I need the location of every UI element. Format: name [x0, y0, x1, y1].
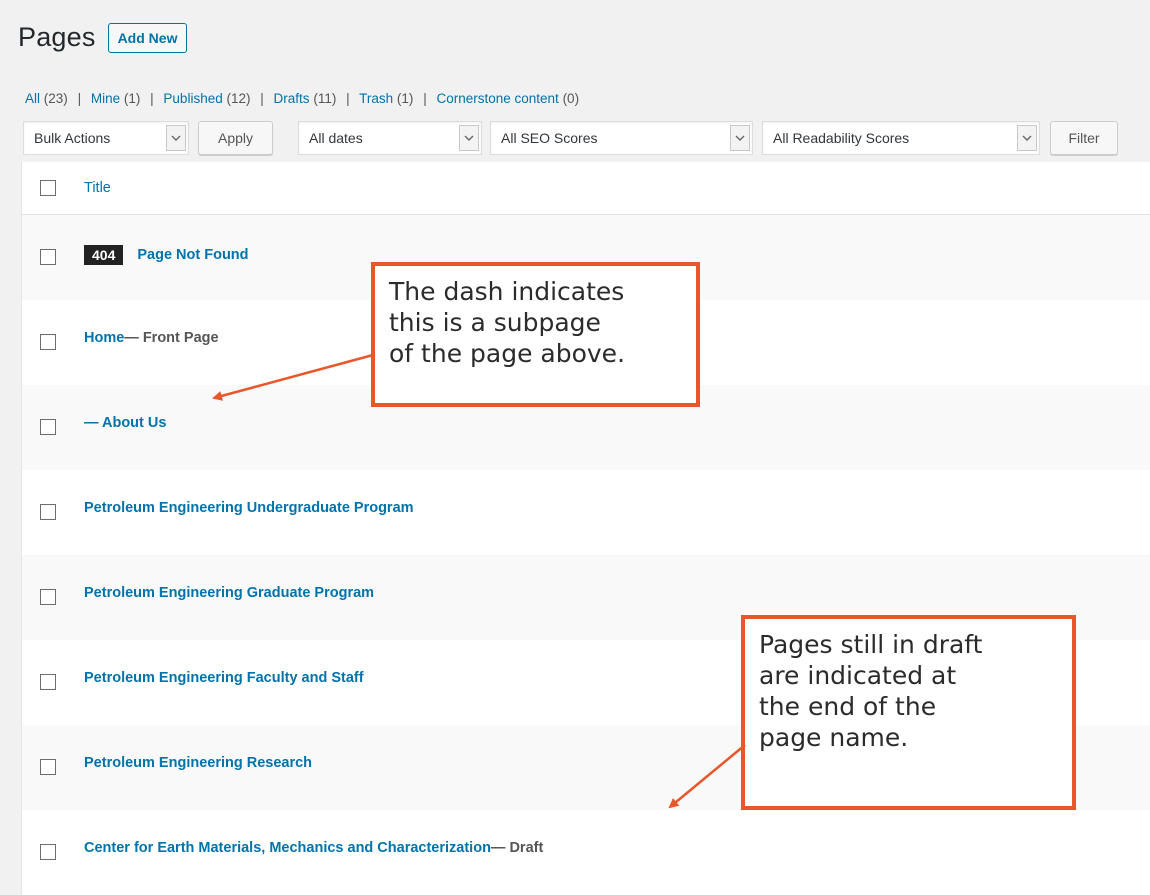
chevron-down-icon: [459, 125, 479, 151]
view-all-count: (23): [43, 91, 68, 106]
row-checkbox[interactable]: [40, 249, 56, 265]
annotation-line: the end of the: [759, 692, 937, 721]
page-title-link[interactable]: Center for Earth Materials, Mechanics an…: [84, 840, 491, 856]
view-trash-link[interactable]: Trash: [359, 91, 393, 106]
view-cornerstone-count: (0): [562, 91, 580, 106]
annotation-line: Pages still in draft: [759, 630, 983, 659]
apply-button[interactable]: Apply: [198, 121, 273, 155]
seo-scores-select[interactable]: All SEO Scores: [490, 121, 753, 155]
table-header-row: Title: [22, 162, 1150, 215]
row-checkbox[interactable]: [40, 844, 56, 860]
draft-annotation: Pages still in draft are indicated at th…: [741, 615, 1076, 810]
row-checkbox[interactable]: [40, 419, 56, 435]
table-row: Petroleum Engineering Undergraduate Prog…: [22, 470, 1150, 555]
add-new-button[interactable]: Add New: [107, 22, 188, 53]
page-title-link[interactable]: Petroleum Engineering Research: [84, 755, 312, 771]
row-checkbox[interactable]: [40, 334, 56, 350]
dates-value: All dates: [309, 130, 363, 146]
annotation-line: are indicated at: [759, 661, 957, 690]
annotation-line: this is a subpage: [389, 308, 601, 337]
table-filters: Bulk Actions Apply All dates All SEO Sco…: [23, 120, 1118, 156]
row-checkbox[interactable]: [40, 674, 56, 690]
page-title-link[interactable]: Home: [84, 330, 124, 346]
page-header: Pages Add New: [18, 22, 188, 53]
page-state-label: — Front Page: [124, 330, 219, 346]
page-title-link[interactable]: Petroleum Engineering Faculty and Staff: [84, 670, 364, 686]
bulk-actions-select[interactable]: Bulk Actions: [23, 121, 189, 155]
readability-scores-select[interactable]: All Readability Scores: [762, 121, 1040, 155]
page-state-label: — Draft: [490, 840, 544, 856]
annotation-line: page name.: [759, 723, 909, 752]
page-title-link[interactable]: Petroleum Engineering Graduate Program: [84, 585, 374, 601]
dates-select[interactable]: All dates: [298, 121, 482, 155]
filter-button[interactable]: Filter: [1050, 121, 1118, 155]
page-title: Pages: [18, 22, 96, 52]
row-checkbox[interactable]: [40, 504, 56, 520]
page-title-link[interactable]: Petroleum Engineering Undergraduate Prog…: [84, 500, 414, 516]
title-column-header[interactable]: Title: [84, 180, 111, 196]
view-published-count: (12): [226, 91, 251, 106]
chevron-down-icon: [730, 125, 750, 151]
seo-scores-value: All SEO Scores: [501, 130, 598, 146]
view-cornerstone-link[interactable]: Cornerstone content: [436, 91, 558, 106]
view-published-link[interactable]: Published: [163, 91, 222, 106]
view-trash-count: (1): [396, 91, 414, 106]
chevron-down-icon: [166, 125, 186, 151]
select-all-checkbox[interactable]: [40, 180, 56, 196]
view-mine-link[interactable]: Mine: [91, 91, 120, 106]
table-row: Center for Earth Materials, Mechanics an…: [22, 810, 1150, 895]
404-badge: 404: [84, 245, 124, 265]
status-views: All (23) | Mine (1) | Published (12) | D…: [25, 91, 580, 106]
view-mine-count: (1): [123, 91, 141, 106]
readability-scores-value: All Readability Scores: [773, 130, 910, 146]
view-drafts-count: (11): [313, 91, 337, 106]
view-drafts-link[interactable]: Drafts: [274, 91, 310, 106]
page-title-link[interactable]: — About Us: [84, 415, 166, 431]
page-title-link[interactable]: Page Not Found: [137, 247, 248, 263]
row-checkbox[interactable]: [40, 759, 56, 775]
view-all-link[interactable]: All: [25, 91, 40, 106]
row-checkbox[interactable]: [40, 589, 56, 605]
subpage-annotation: The dash indicates this is a subpage of …: [371, 262, 700, 407]
bulk-actions-value: Bulk Actions: [34, 130, 111, 146]
chevron-down-icon: [1017, 125, 1037, 151]
annotation-line: of the page above.: [389, 339, 626, 368]
annotation-line: The dash indicates: [389, 277, 625, 306]
